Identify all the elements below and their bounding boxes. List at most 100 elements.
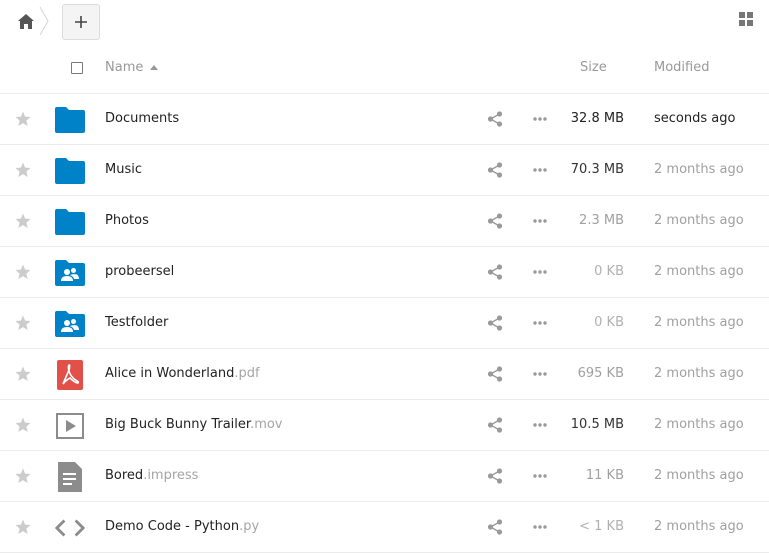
shared-folder-icon: [55, 260, 85, 286]
file-basename: Bored: [105, 468, 144, 483]
file-type-icon-wrap: [55, 258, 85, 288]
favorite-star-icon[interactable]: [15, 162, 31, 178]
file-name[interactable]: Bored.impress: [105, 468, 198, 483]
file-name[interactable]: Testfolder: [105, 315, 168, 330]
share-icon[interactable]: [487, 468, 503, 484]
file-row[interactable]: Documents 32.8 MB seconds ago: [0, 94, 769, 145]
breadcrumb-separator: [39, 6, 49, 36]
share-icon[interactable]: [487, 213, 503, 229]
share-icon[interactable]: [487, 417, 503, 433]
new-button[interactable]: [62, 4, 100, 40]
file-modified: 2 months ago: [654, 264, 744, 279]
file-modified: 2 months ago: [654, 519, 744, 534]
file-type-icon-wrap: [55, 105, 85, 135]
file-basename: Documents: [105, 111, 180, 126]
sort-by-name[interactable]: Name: [105, 60, 159, 75]
more-actions-icon[interactable]: [531, 469, 549, 483]
sort-ascending-icon: [150, 65, 159, 70]
more-actions-icon[interactable]: [531, 418, 549, 432]
file-type-icon-wrap: [55, 360, 85, 390]
file-name[interactable]: Music: [105, 162, 142, 177]
select-all-checkbox[interactable]: [71, 62, 83, 74]
file-basename: Photos: [105, 213, 149, 228]
name-column-label: Name: [105, 60, 144, 75]
file-modified: 2 months ago: [654, 417, 744, 432]
file-name[interactable]: Big Buck Bunny Trailer.mov: [105, 417, 283, 432]
share-icon[interactable]: [487, 366, 503, 382]
more-actions-icon[interactable]: [531, 316, 549, 330]
file-type-icon-wrap: [55, 207, 85, 237]
file-name[interactable]: Documents: [105, 111, 179, 126]
favorite-star-icon[interactable]: [15, 213, 31, 229]
favorite-star-icon[interactable]: [15, 417, 31, 433]
file-extension: .impress: [143, 468, 199, 483]
file-row[interactable]: probeersel 0 KB 2 months ago: [0, 247, 769, 298]
breadcrumb-home[interactable]: [15, 10, 37, 32]
share-icon[interactable]: [487, 264, 503, 280]
file-modified: 2 months ago: [654, 315, 744, 330]
file-list: Documents 32.8 MB seconds ago Music 70.3 MB 2…: [0, 94, 769, 553]
more-actions-icon[interactable]: [531, 265, 549, 279]
sort-by-size[interactable]: Size: [580, 60, 607, 75]
more-actions-icon[interactable]: [531, 214, 549, 228]
folder-icon: [55, 158, 85, 184]
share-icon[interactable]: [487, 162, 503, 178]
more-actions-icon[interactable]: [531, 367, 549, 381]
file-name[interactable]: probeersel: [105, 264, 174, 279]
file-name[interactable]: Demo Code - Python.py: [105, 519, 259, 534]
file-size: 0 KB: [594, 315, 624, 330]
folder-icon: [55, 209, 85, 235]
file-row[interactable]: Bored.impress 11 KB 2 months ago: [0, 451, 769, 502]
sort-by-modified[interactable]: Modified: [654, 60, 709, 75]
file-modified: seconds ago: [654, 111, 736, 126]
favorite-star-icon[interactable]: [15, 264, 31, 280]
file-type-icon-wrap: [55, 411, 85, 441]
file-type-icon-wrap: [55, 513, 85, 543]
file-modified: 2 months ago: [654, 213, 744, 228]
shared-folder-icon: [55, 311, 85, 337]
file-row[interactable]: Testfolder 0 KB 2 months ago: [0, 298, 769, 349]
file-basename: Demo Code - Python: [105, 519, 240, 534]
favorite-star-icon[interactable]: [15, 468, 31, 484]
favorite-star-icon[interactable]: [15, 366, 31, 382]
share-icon[interactable]: [487, 111, 503, 127]
file-basename: probeersel: [105, 264, 175, 279]
favorite-star-icon[interactable]: [15, 111, 31, 127]
file-row[interactable]: Alice in Wonderland.pdf 695 KB 2 months ag…: [0, 349, 769, 400]
file-row[interactable]: Photos 2.3 MB 2 months ago: [0, 196, 769, 247]
file-row[interactable]: Demo Code - Python.py < 1 KB 2 months ago: [0, 502, 769, 553]
share-icon[interactable]: [487, 315, 503, 331]
file-modified: 2 months ago: [654, 162, 744, 177]
grid-view-icon[interactable]: [737, 10, 755, 28]
file-name[interactable]: Alice in Wonderland.pdf: [105, 366, 260, 381]
favorite-star-icon[interactable]: [15, 315, 31, 331]
more-actions-icon[interactable]: [531, 163, 549, 177]
file-type-icon-wrap: [55, 462, 85, 492]
more-actions-icon[interactable]: [531, 112, 549, 126]
more-actions-icon[interactable]: [531, 520, 549, 534]
file-row[interactable]: Music 70.3 MB 2 months ago: [0, 145, 769, 196]
favorite-star-icon[interactable]: [15, 519, 31, 535]
top-bar: [0, 0, 769, 44]
file-basename: Big Buck Bunny Trailer: [105, 417, 251, 432]
document-file-icon: [58, 462, 82, 492]
file-name[interactable]: Photos: [105, 213, 149, 228]
file-extension: .py: [239, 519, 260, 534]
file-type-icon-wrap: [55, 156, 85, 186]
code-file-icon: [55, 519, 85, 537]
file-size: 0 KB: [594, 264, 624, 279]
file-basename: Music: [105, 162, 142, 177]
file-row[interactable]: Big Buck Bunny Trailer.mov 10.5 MB 2 month…: [0, 400, 769, 451]
file-size: 11 KB: [585, 468, 624, 483]
file-size: 10.5 MB: [570, 417, 624, 432]
share-icon[interactable]: [487, 519, 503, 535]
file-basename: Alice in Wonderland: [105, 366, 235, 381]
file-basename: Testfolder: [105, 315, 169, 330]
file-modified: 2 months ago: [654, 366, 744, 381]
file-extension: .mov: [250, 417, 283, 432]
home-icon: [18, 13, 34, 29]
file-type-icon-wrap: [55, 309, 85, 339]
pdf-icon: [57, 360, 83, 390]
file-list-header: Name Size Modified: [0, 44, 769, 94]
file-size: < 1 KB: [579, 519, 624, 534]
